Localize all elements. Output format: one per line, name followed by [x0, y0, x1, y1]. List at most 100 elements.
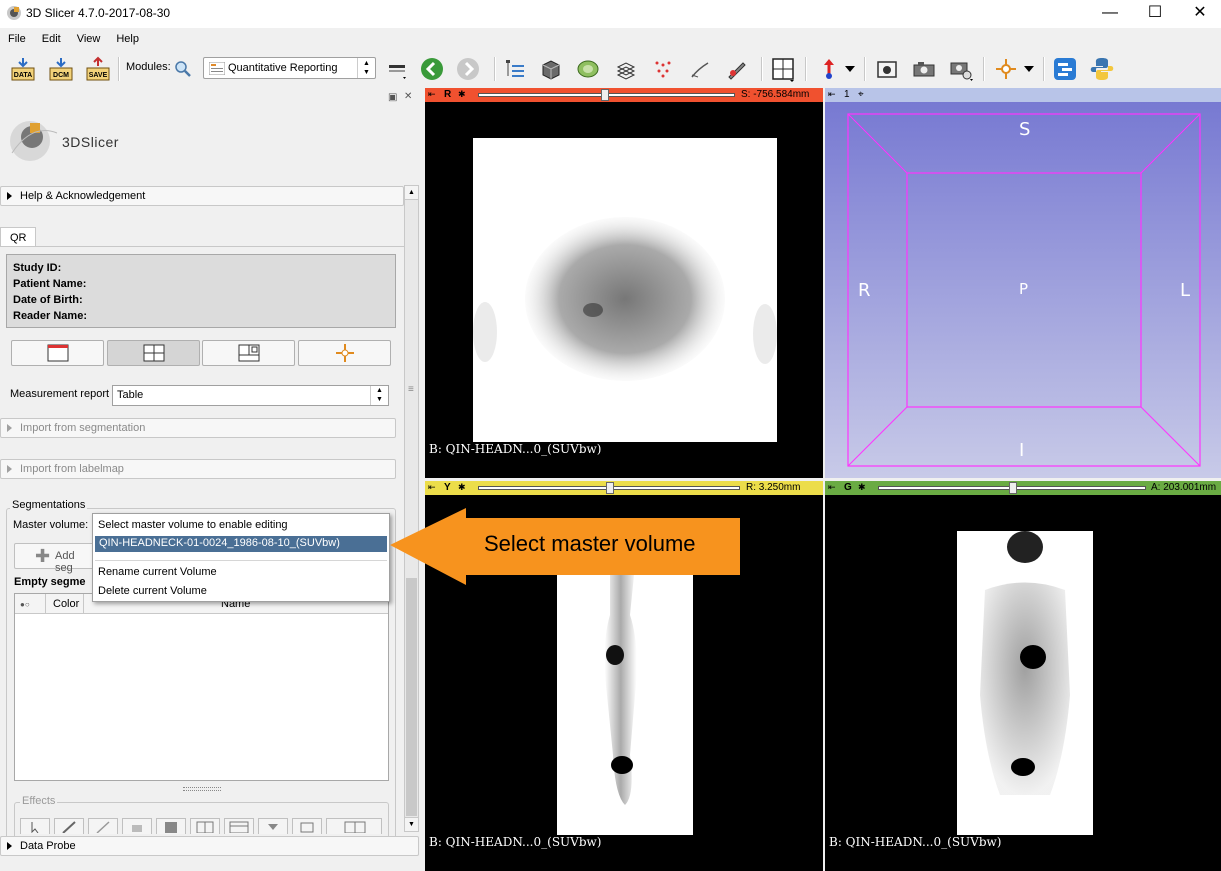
- three-d-view-controller[interactable]: ⇤ 1 ⌖: [825, 88, 1221, 102]
- svg-text:DCM: DCM: [53, 72, 69, 79]
- green-slice-slider-knob[interactable]: [1009, 482, 1017, 494]
- green-slice-view[interactable]: B: QIN-HEADN...0_(SUVbw): [825, 495, 1221, 871]
- effect-islands-button[interactable]: [224, 818, 254, 834]
- effect-smoothing-button[interactable]: [326, 818, 382, 834]
- mouse-mode-button[interactable]: [991, 54, 1021, 84]
- master-volume-label: Master volume:: [13, 519, 89, 531]
- module-icon: [209, 62, 225, 75]
- forward-button[interactable]: [453, 54, 483, 84]
- layout-button[interactable]: [768, 54, 798, 84]
- panel-float-button[interactable]: ▣: [388, 92, 397, 103]
- segments-table[interactable]: ●○ Color Name: [14, 593, 389, 781]
- layout-conventional-button[interactable]: [202, 340, 295, 366]
- history-icon: [389, 65, 406, 79]
- dropdown-item-select-prompt[interactable]: Select master volume to enable editing: [98, 519, 288, 531]
- scroll-up-arrow-icon[interactable]: ▲: [405, 186, 418, 200]
- svg-text:DATA: DATA: [14, 72, 32, 79]
- plus-icon: ✚: [35, 546, 51, 566]
- volumes-module-button[interactable]: [536, 54, 566, 84]
- effect-none-button[interactable]: [20, 818, 50, 834]
- scene-view-button[interactable]: [909, 54, 939, 84]
- red-slice-view[interactable]: B: QIN-HEADN...0_(SUVbw): [425, 102, 823, 478]
- pin-icon[interactable]: ⇤: [428, 89, 436, 100]
- menu-file[interactable]: File: [0, 30, 34, 45]
- pin-icon[interactable]: ⇤: [828, 482, 836, 493]
- menu-help[interactable]: Help: [108, 30, 147, 45]
- load-data-button[interactable]: DATA: [8, 54, 38, 84]
- effect-draw-button[interactable]: [88, 818, 118, 834]
- python-console-button[interactable]: [1087, 54, 1117, 84]
- import-labelmap-section[interactable]: Import from labelmap: [0, 459, 396, 479]
- back-button[interactable]: [417, 54, 447, 84]
- models-module-button[interactable]: [573, 54, 603, 84]
- layout-fourup-button[interactable]: [107, 340, 200, 366]
- module-search-button[interactable]: [172, 54, 194, 84]
- segment-editor-button[interactable]: [722, 54, 752, 84]
- yellow-slice-slider-knob[interactable]: [606, 482, 614, 494]
- transforms-module-button[interactable]: [611, 54, 641, 84]
- dropdown-separator: [95, 560, 387, 561]
- panel-close-button[interactable]: ✕: [404, 91, 412, 102]
- center-icon[interactable]: ⌖: [858, 89, 864, 100]
- pin-icon[interactable]: ⇤: [828, 89, 836, 100]
- table-icon: [229, 821, 249, 834]
- dropdown-item-volume[interactable]: QIN-HEADNECK-01-0024_1986-08-10_(SUVbw): [95, 536, 387, 552]
- link-icon[interactable]: ✱: [858, 482, 866, 493]
- editor-module-button[interactable]: [685, 54, 715, 84]
- crosshair-dropdown-button[interactable]: [840, 54, 860, 84]
- extensions-button[interactable]: [1050, 54, 1080, 84]
- orientation-posterior: P: [1019, 280, 1029, 298]
- module-selector[interactable]: Quantitative Reporting ▲ ▼: [203, 57, 376, 79]
- screenshot-button[interactable]: [872, 54, 902, 84]
- help-acknowledgement-section[interactable]: Help & Acknowledgement: [0, 186, 404, 206]
- color-column-header: Color: [53, 598, 80, 610]
- effect-logical-button[interactable]: [292, 818, 322, 834]
- measurement-report-select[interactable]: Table ▲ ▼: [112, 385, 389, 406]
- splitter-handle[interactable]: [183, 787, 221, 791]
- import-labelmap-label: Import from labelmap: [20, 463, 124, 475]
- effect-erase-button[interactable]: [122, 818, 152, 834]
- module-history-button[interactable]: [382, 54, 412, 84]
- yellow-slice-controller[interactable]: ⇤ Y ✱ R: 3.250mm: [425, 481, 823, 495]
- green-slice-controller[interactable]: ⇤ G ✱ A: 203.001mm: [825, 481, 1221, 495]
- pin-icon[interactable]: ⇤: [428, 482, 436, 493]
- layout-grid-icon: [772, 58, 794, 82]
- save-button[interactable]: SAVE: [83, 54, 113, 84]
- import-segmentation-section[interactable]: Import from segmentation: [0, 418, 396, 438]
- mouse-mode-dropdown-button[interactable]: [1019, 54, 1039, 84]
- scene-restore-button[interactable]: [946, 54, 976, 84]
- menu-edit[interactable]: Edit: [34, 30, 69, 45]
- tab-qr[interactable]: QR: [0, 227, 36, 247]
- fiducial-place-icon: [996, 59, 1016, 79]
- window-title: 3D Slicer 4.7.0-2017-08-30: [26, 6, 171, 20]
- markups-module-button[interactable]: [648, 54, 678, 84]
- effect-grow-button[interactable]: [190, 818, 220, 834]
- dicom-button[interactable]: DCM: [46, 54, 76, 84]
- link-icon[interactable]: ✱: [458, 482, 466, 493]
- maximize-button[interactable]: ☐: [1132, 0, 1178, 28]
- dropdown-item-rename[interactable]: Rename current Volume: [98, 566, 217, 578]
- scrollbar-thumb[interactable]: [406, 578, 417, 816]
- layout-single-button[interactable]: [11, 340, 104, 366]
- dropdown-item-delete[interactable]: Delete current Volume: [98, 585, 207, 597]
- crosshair-icon: [335, 344, 354, 362]
- data-module-button[interactable]: [500, 54, 530, 84]
- effect-threshold-button[interactable]: [156, 818, 186, 834]
- crosshair-button[interactable]: [298, 340, 391, 366]
- scroll-down-arrow-icon[interactable]: ▼: [405, 817, 418, 831]
- three-d-view[interactable]: S R P L I: [825, 102, 1221, 478]
- brain-model-icon: [577, 60, 599, 78]
- link-icon[interactable]: ✱: [458, 89, 466, 100]
- add-segment-button[interactable]: ✚ Add seg: [14, 543, 94, 574]
- effect-scissors-button[interactable]: [258, 818, 288, 834]
- data-probe-section[interactable]: Data Probe: [0, 836, 419, 856]
- arrow-right-icon: [457, 58, 479, 80]
- close-button[interactable]: ✕: [1177, 0, 1221, 28]
- effect-paint-button[interactable]: [54, 818, 84, 834]
- measurement-report-value: Table: [117, 389, 144, 401]
- red-slice-slider-knob[interactable]: [601, 89, 609, 101]
- menu-view[interactable]: View: [69, 30, 109, 45]
- red-slice-controller[interactable]: ⇤ R ✱ S: -756.584mm: [425, 88, 823, 102]
- minimize-button[interactable]: —: [1087, 0, 1133, 28]
- panel-resize-grip[interactable]: ≡: [408, 384, 414, 395]
